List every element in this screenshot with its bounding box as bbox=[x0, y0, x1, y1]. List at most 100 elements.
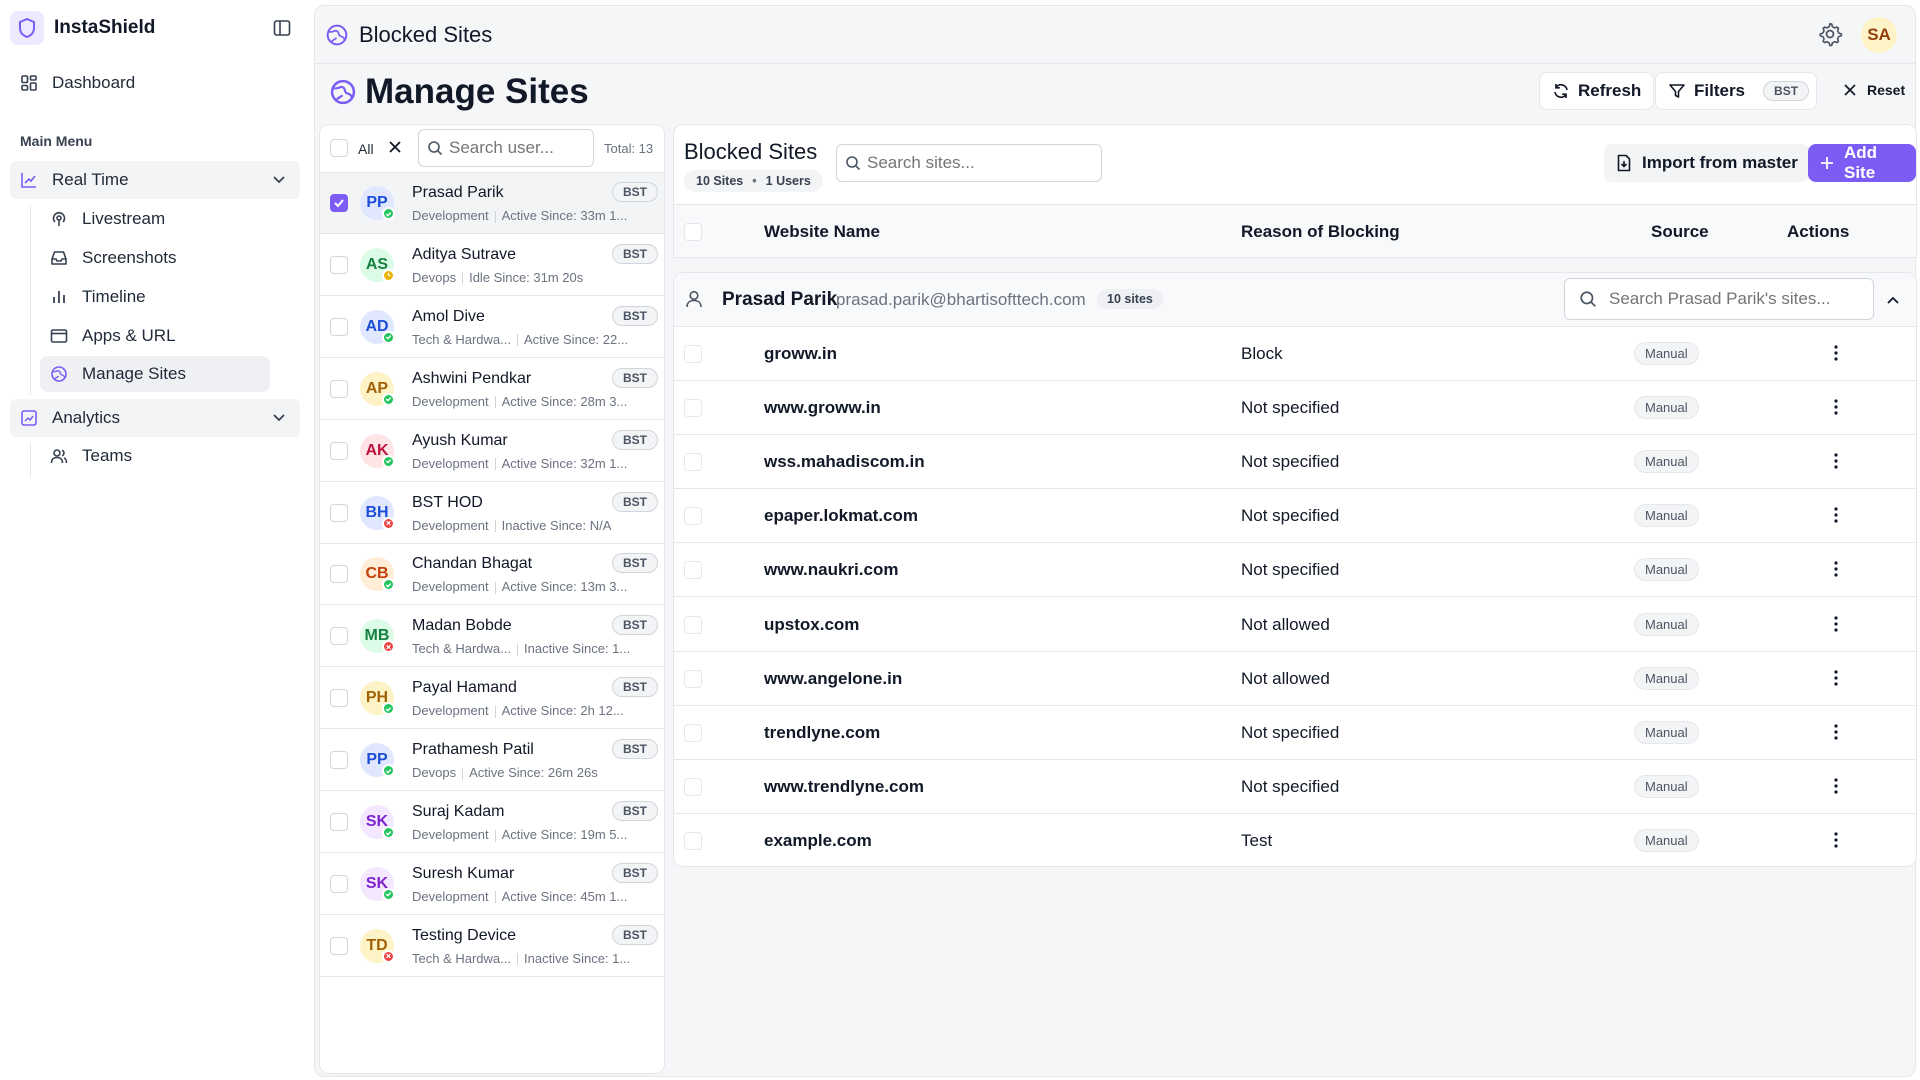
user-list-item[interactable]: SK Suraj Kadam Development Active Since: 19… bbox=[320, 792, 664, 853]
sidebar-item-teams[interactable]: Teams bbox=[40, 438, 270, 474]
sidebar-item-apps-url[interactable]: Apps & URL bbox=[40, 318, 270, 354]
site-search-field[interactable] bbox=[836, 144, 1102, 182]
site-row[interactable]: www.naukri.com Not specified Manual bbox=[674, 543, 1916, 598]
user-name: Madan Bobde bbox=[412, 617, 512, 635]
user-list-item[interactable]: BH BST HOD Development Inactive Since: N/A B… bbox=[320, 483, 664, 544]
user-checkbox[interactable] bbox=[330, 255, 348, 274]
more-vertical-icon[interactable] bbox=[1826, 397, 1846, 417]
refresh-label: Refresh bbox=[1578, 81, 1642, 100]
more-vertical-icon[interactable] bbox=[1826, 451, 1846, 471]
user-avatar[interactable]: SA bbox=[1861, 17, 1897, 53]
inbox-icon bbox=[48, 247, 70, 269]
user-list-item[interactable]: TD Testing Device Tech & Hardwa... Inactive… bbox=[320, 916, 664, 977]
user-checkbox[interactable] bbox=[330, 317, 348, 336]
user-checkbox[interactable] bbox=[330, 194, 348, 212]
site-row[interactable]: wss.mahadiscom.in Not specified Manual bbox=[674, 435, 1916, 490]
site-checkbox[interactable] bbox=[684, 561, 702, 580]
more-vertical-icon[interactable] bbox=[1826, 776, 1846, 796]
add-site-button[interactable]: Add Site bbox=[1808, 143, 1916, 182]
sidebar-item-screenshots[interactable]: Screenshots bbox=[40, 240, 270, 276]
users-panel: All Total: 13 PPPrasad ParikDevelopmentA… bbox=[319, 124, 665, 1074]
site-checkbox[interactable] bbox=[684, 777, 702, 796]
site-checkbox[interactable] bbox=[684, 615, 702, 634]
gear-icon[interactable] bbox=[1817, 21, 1843, 47]
site-checkbox[interactable] bbox=[684, 831, 702, 850]
more-vertical-icon[interactable] bbox=[1826, 722, 1846, 742]
site-row[interactable]: www.trendlyne.com Not specified Manual bbox=[674, 760, 1916, 814]
user-checkbox[interactable] bbox=[330, 565, 348, 584]
site-name: www.groww.in bbox=[764, 398, 881, 418]
user-checkbox[interactable] bbox=[330, 627, 348, 646]
sidebar-group-realtime[interactable]: Real Time bbox=[10, 161, 300, 199]
more-vertical-icon[interactable] bbox=[1826, 559, 1846, 579]
group-search-field[interactable] bbox=[1564, 278, 1874, 320]
more-vertical-icon[interactable] bbox=[1826, 614, 1846, 634]
user-checkbox[interactable] bbox=[330, 751, 348, 770]
user-checkbox[interactable] bbox=[330, 689, 348, 708]
brand[interactable]: InstaShield bbox=[10, 10, 155, 46]
reset-button[interactable]: Reset bbox=[1843, 82, 1905, 98]
site-checkbox[interactable] bbox=[684, 399, 702, 418]
user-list-item[interactable]: AP Ashwini Pendkar Development Active Since… bbox=[320, 359, 664, 420]
user-checkbox[interactable] bbox=[330, 503, 348, 522]
user-checkbox[interactable] bbox=[330, 441, 348, 460]
sidebar-item-manage-sites[interactable]: Manage Sites bbox=[40, 356, 270, 392]
group-search-input[interactable] bbox=[1609, 289, 1859, 309]
site-checkbox[interactable] bbox=[684, 507, 702, 526]
add-site-label: Add Site bbox=[1844, 143, 1878, 182]
user-list-item[interactable]: PP Prasad Parik Development Active Since: 3… bbox=[320, 173, 664, 234]
group-header[interactable]: Prasad Parik prasad.parik@bhartisofttech… bbox=[674, 273, 1916, 327]
block-reason: Test bbox=[1241, 830, 1273, 850]
chevron-down-icon[interactable] bbox=[270, 408, 288, 426]
select-all-sites-checkbox[interactable] bbox=[684, 223, 702, 241]
more-vertical-icon[interactable] bbox=[1826, 343, 1846, 363]
sidebar-item-dashboard[interactable]: Dashboard bbox=[18, 72, 135, 94]
user-list-item[interactable]: AK Ayush Kumar Development Active Since: 32… bbox=[320, 421, 664, 482]
filters-button[interactable]: Filters BST bbox=[1655, 72, 1817, 110]
close-icon[interactable] bbox=[388, 140, 402, 154]
user-checkbox[interactable] bbox=[330, 874, 348, 893]
site-name: www.trendlyne.com bbox=[764, 776, 924, 796]
chevron-up-icon[interactable] bbox=[1886, 293, 1900, 307]
site-checkbox[interactable] bbox=[684, 345, 702, 363]
user-list-item[interactable]: AD Amol Dive Tech & Hardwa... Active Since:… bbox=[320, 297, 664, 358]
site-row[interactable]: www.angelone.in Not allowed Manual bbox=[674, 652, 1916, 706]
status-active-icon bbox=[382, 826, 395, 839]
site-search-input[interactable] bbox=[867, 153, 1087, 173]
site-checkbox[interactable] bbox=[684, 669, 702, 688]
broadcast-icon bbox=[48, 208, 70, 230]
site-row[interactable]: example.com Test Manual bbox=[674, 814, 1916, 866]
refresh-button[interactable]: Refresh bbox=[1539, 72, 1655, 110]
user-search-field[interactable] bbox=[418, 129, 594, 167]
user-list-item[interactable]: SK Suresh Kumar Development Active Since: 4… bbox=[320, 854, 664, 915]
site-row[interactable]: groww.in Block Manual bbox=[674, 327, 1916, 381]
user-search-input[interactable] bbox=[449, 138, 579, 158]
more-vertical-icon[interactable] bbox=[1826, 668, 1846, 688]
user-list-item[interactable]: AS Aditya Sutrave Devops Idle Since: 31m 20… bbox=[320, 235, 664, 296]
more-vertical-icon[interactable] bbox=[1826, 505, 1846, 525]
user-list-item[interactable]: PP Prathamesh Patil Devops Active Since: 26… bbox=[320, 730, 664, 792]
user-checkbox[interactable] bbox=[330, 813, 348, 831]
import-from-master-button[interactable]: Import from master bbox=[1604, 144, 1810, 182]
sidebar-group-analytics[interactable]: Analytics bbox=[10, 399, 300, 437]
sidebar-item-timeline[interactable]: Timeline bbox=[40, 279, 270, 315]
site-row[interactable]: www.groww.in Not specified Manual bbox=[674, 381, 1916, 436]
select-all-checkbox[interactable] bbox=[330, 139, 348, 157]
user-list-item[interactable]: CB Chandan Bhagat Development Active Since:… bbox=[320, 544, 664, 606]
user-checkbox[interactable] bbox=[330, 936, 348, 955]
site-row[interactable]: trendlyne.com Not specified Manual bbox=[674, 706, 1916, 760]
user-list-item[interactable]: MB Madan Bobde Tech & Hardwa... Inactive Si… bbox=[320, 606, 664, 668]
user-list-item[interactable]: PH Payal Hamand Development Active Since: 2… bbox=[320, 668, 664, 730]
more-vertical-icon[interactable] bbox=[1826, 830, 1846, 850]
status-inactive-icon bbox=[382, 516, 395, 530]
sidebar-toggle-icon[interactable] bbox=[270, 16, 294, 40]
user-department: Devops bbox=[412, 269, 457, 285]
user-checkbox[interactable] bbox=[330, 379, 348, 398]
site-checkbox[interactable] bbox=[684, 453, 702, 472]
site-row[interactable]: upstox.com Not allowed Manual bbox=[674, 598, 1916, 652]
user-name: Testing Device bbox=[412, 926, 517, 944]
sidebar-item-livestream[interactable]: Livestream bbox=[40, 201, 270, 237]
chevron-down-icon[interactable] bbox=[270, 170, 288, 188]
site-row[interactable]: epaper.lokmat.com Not specified Manual bbox=[674, 489, 1916, 544]
site-checkbox[interactable] bbox=[684, 723, 702, 742]
